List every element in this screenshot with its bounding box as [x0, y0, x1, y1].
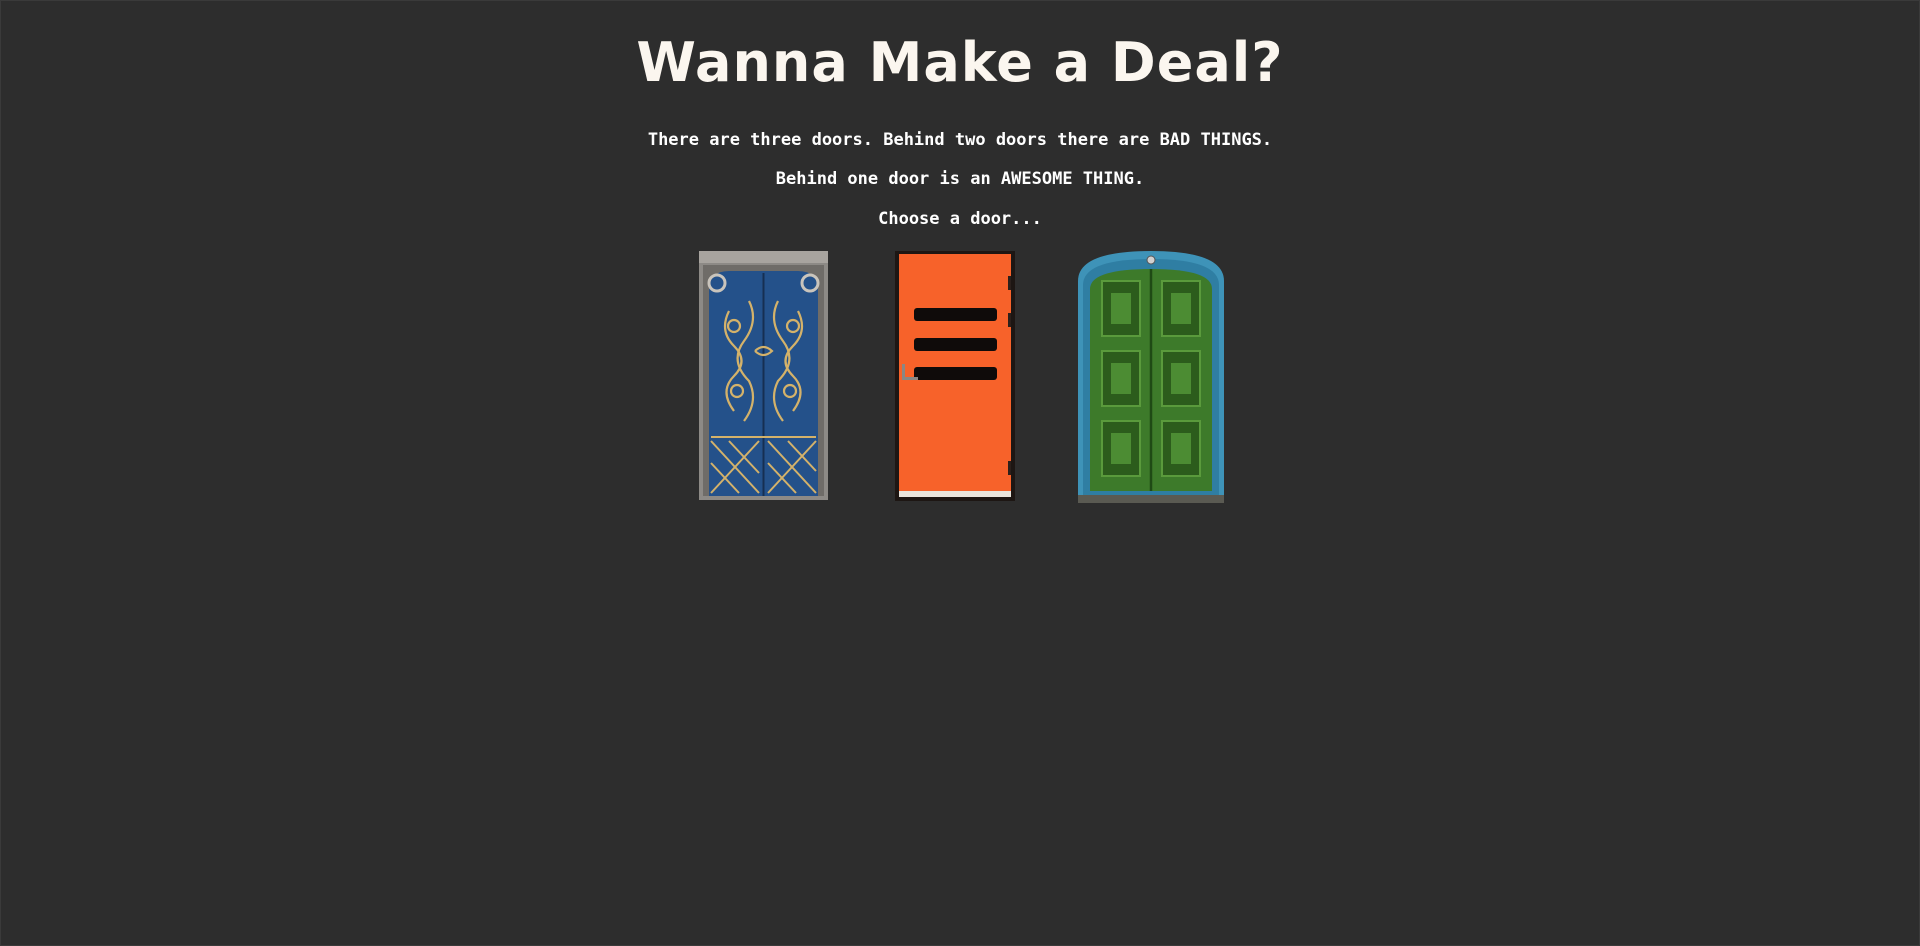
intro-line-2: Behind one door is an AWESOME THING. — [775, 169, 1145, 189]
intro-line-3: Choose a door... — [878, 209, 1042, 229]
orange-door-image — [895, 251, 1015, 501]
door-3-button[interactable] — [1078, 251, 1224, 503]
ornate-blue-door-image — [699, 251, 828, 500]
page-title: Wanna Make a Deal? — [636, 31, 1284, 94]
intro-line-1: There are three doors. Behind two doors … — [647, 130, 1273, 150]
green-door-image — [1078, 251, 1224, 503]
door-2-button[interactable] — [895, 251, 1015, 501]
door-1-button[interactable] — [699, 251, 828, 500]
